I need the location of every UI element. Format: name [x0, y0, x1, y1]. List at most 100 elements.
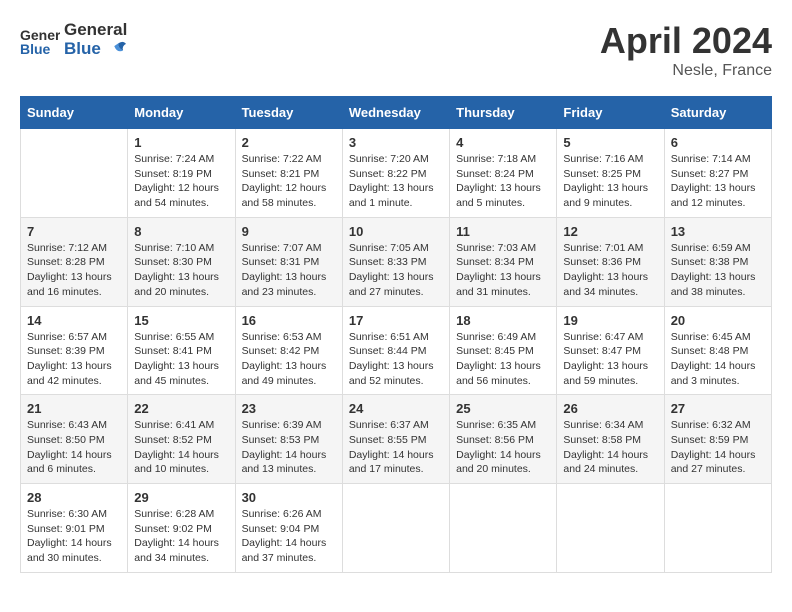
- day-number: 8: [134, 224, 228, 239]
- calendar-week-row: 7 Sunrise: 7:12 AM Sunset: 8:28 PM Daylig…: [21, 217, 772, 306]
- day-number: 22: [134, 401, 228, 416]
- calendar-cell: [21, 129, 128, 218]
- day-number: 7: [27, 224, 121, 239]
- day-info: Sunrise: 6:55 AM Sunset: 8:41 PM Dayligh…: [134, 330, 228, 389]
- svg-text:Blue: Blue: [20, 41, 51, 57]
- calendar-cell: 3 Sunrise: 7:20 AM Sunset: 8:22 PM Daylig…: [342, 129, 449, 218]
- page-header: General Blue General Blue April 2024 Nes…: [20, 20, 772, 80]
- day-number: 16: [242, 313, 336, 328]
- day-number: 2: [242, 135, 336, 150]
- location-title: Nesle, France: [600, 62, 772, 80]
- calendar-cell: 8 Sunrise: 7:10 AM Sunset: 8:30 PM Daylig…: [128, 217, 235, 306]
- day-number: 1: [134, 135, 228, 150]
- calendar-header-row: SundayMondayTuesdayWednesdayThursdayFrid…: [21, 97, 772, 129]
- day-number: 17: [349, 313, 443, 328]
- day-info: Sunrise: 6:45 AM Sunset: 8:48 PM Dayligh…: [671, 330, 765, 389]
- day-info: Sunrise: 6:59 AM Sunset: 8:38 PM Dayligh…: [671, 241, 765, 300]
- day-info: Sunrise: 7:22 AM Sunset: 8:21 PM Dayligh…: [242, 152, 336, 211]
- calendar-cell: 18 Sunrise: 6:49 AM Sunset: 8:45 PM Dayli…: [450, 306, 557, 395]
- day-number: 28: [27, 490, 121, 505]
- calendar-cell: 1 Sunrise: 7:24 AM Sunset: 8:19 PM Daylig…: [128, 129, 235, 218]
- calendar-cell: 2 Sunrise: 7:22 AM Sunset: 8:21 PM Daylig…: [235, 129, 342, 218]
- calendar-header-saturday: Saturday: [664, 97, 771, 129]
- day-info: Sunrise: 7:16 AM Sunset: 8:25 PM Dayligh…: [563, 152, 657, 211]
- logo-icon: General Blue: [20, 20, 60, 60]
- day-number: 26: [563, 401, 657, 416]
- logo-general: General: [64, 21, 127, 40]
- calendar-week-row: 21Sunrise: 6:43 AM Sunset: 8:50 PM Dayli…: [21, 395, 772, 484]
- calendar-cell: 4Sunrise: 7:18 AM Sunset: 8:24 PM Daylig…: [450, 129, 557, 218]
- day-number: 6: [671, 135, 765, 150]
- day-info: Sunrise: 7:10 AM Sunset: 8:30 PM Dayligh…: [134, 241, 228, 300]
- calendar-week-row: 28 Sunrise: 6:30 AM Sunset: 9:01 PM Dayli…: [21, 484, 772, 573]
- day-info: Sunrise: 7:05 AM Sunset: 8:33 PM Dayligh…: [349, 241, 443, 300]
- calendar-header-monday: Monday: [128, 97, 235, 129]
- day-number: 9: [242, 224, 336, 239]
- calendar-cell: 13 Sunrise: 6:59 AM Sunset: 8:38 PM Dayli…: [664, 217, 771, 306]
- calendar-cell: 21Sunrise: 6:43 AM Sunset: 8:50 PM Dayli…: [21, 395, 128, 484]
- calendar-week-row: 14Sunrise: 6:57 AM Sunset: 8:39 PM Dayli…: [21, 306, 772, 395]
- day-info: Sunrise: 6:30 AM Sunset: 9:01 PM Dayligh…: [27, 507, 121, 566]
- day-info: Sunrise: 6:51 AM Sunset: 8:44 PM Dayligh…: [349, 330, 443, 389]
- month-title: April 2024: [600, 20, 772, 62]
- calendar-cell: 23 Sunrise: 6:39 AM Sunset: 8:53 PM Dayli…: [235, 395, 342, 484]
- calendar-cell: 14Sunrise: 6:57 AM Sunset: 8:39 PM Dayli…: [21, 306, 128, 395]
- day-info: Sunrise: 7:20 AM Sunset: 8:22 PM Dayligh…: [349, 152, 443, 211]
- day-info: Sunrise: 7:24 AM Sunset: 8:19 PM Dayligh…: [134, 152, 228, 211]
- day-info: Sunrise: 6:39 AM Sunset: 8:53 PM Dayligh…: [242, 418, 336, 477]
- day-info: Sunrise: 6:34 AM Sunset: 8:58 PM Dayligh…: [563, 418, 657, 477]
- day-info: Sunrise: 7:01 AM Sunset: 8:36 PM Dayligh…: [563, 241, 657, 300]
- calendar-cell: 9 Sunrise: 7:07 AM Sunset: 8:31 PM Daylig…: [235, 217, 342, 306]
- calendar-cell: 11 Sunrise: 7:03 AM Sunset: 8:34 PM Dayli…: [450, 217, 557, 306]
- day-info: Sunrise: 7:03 AM Sunset: 8:34 PM Dayligh…: [456, 241, 550, 300]
- day-info: Sunrise: 6:49 AM Sunset: 8:45 PM Dayligh…: [456, 330, 550, 389]
- day-number: 23: [242, 401, 336, 416]
- calendar-cell: 5 Sunrise: 7:16 AM Sunset: 8:25 PM Daylig…: [557, 129, 664, 218]
- day-info: Sunrise: 7:14 AM Sunset: 8:27 PM Dayligh…: [671, 152, 765, 211]
- calendar-header-sunday: Sunday: [21, 97, 128, 129]
- day-info: Sunrise: 6:57 AM Sunset: 8:39 PM Dayligh…: [27, 330, 121, 389]
- day-number: 13: [671, 224, 765, 239]
- calendar-header-thursday: Thursday: [450, 97, 557, 129]
- calendar-header-friday: Friday: [557, 97, 664, 129]
- day-number: 12: [563, 224, 657, 239]
- day-number: 29: [134, 490, 228, 505]
- day-number: 15: [134, 313, 228, 328]
- calendar-cell: 19 Sunrise: 6:47 AM Sunset: 8:47 PM Dayli…: [557, 306, 664, 395]
- day-info: Sunrise: 6:41 AM Sunset: 8:52 PM Dayligh…: [134, 418, 228, 477]
- calendar-cell: 27Sunrise: 6:32 AM Sunset: 8:59 PM Dayli…: [664, 395, 771, 484]
- day-info: Sunrise: 7:12 AM Sunset: 8:28 PM Dayligh…: [27, 241, 121, 300]
- calendar-cell: 20Sunrise: 6:45 AM Sunset: 8:48 PM Dayli…: [664, 306, 771, 395]
- calendar-cell: 10Sunrise: 7:05 AM Sunset: 8:33 PM Dayli…: [342, 217, 449, 306]
- calendar-cell: 30Sunrise: 6:26 AM Sunset: 9:04 PM Dayli…: [235, 484, 342, 573]
- calendar-cell: 16 Sunrise: 6:53 AM Sunset: 8:42 PM Dayli…: [235, 306, 342, 395]
- logo-bird-icon: [104, 40, 126, 58]
- calendar-cell: 7 Sunrise: 7:12 AM Sunset: 8:28 PM Daylig…: [21, 217, 128, 306]
- day-number: 18: [456, 313, 550, 328]
- title-block: April 2024 Nesle, France: [600, 20, 772, 80]
- day-info: Sunrise: 6:28 AM Sunset: 9:02 PM Dayligh…: [134, 507, 228, 566]
- calendar-cell: [342, 484, 449, 573]
- calendar-cell: 24Sunrise: 6:37 AM Sunset: 8:55 PM Dayli…: [342, 395, 449, 484]
- calendar-header-tuesday: Tuesday: [235, 97, 342, 129]
- day-number: 11: [456, 224, 550, 239]
- calendar-cell: 6 Sunrise: 7:14 AM Sunset: 8:27 PM Daylig…: [664, 129, 771, 218]
- day-number: 30: [242, 490, 336, 505]
- day-info: Sunrise: 7:07 AM Sunset: 8:31 PM Dayligh…: [242, 241, 336, 300]
- day-number: 3: [349, 135, 443, 150]
- day-number: 4: [456, 135, 550, 150]
- calendar-cell: [450, 484, 557, 573]
- calendar-cell: 26 Sunrise: 6:34 AM Sunset: 8:58 PM Dayli…: [557, 395, 664, 484]
- day-number: 19: [563, 313, 657, 328]
- day-number: 24: [349, 401, 443, 416]
- day-info: Sunrise: 6:32 AM Sunset: 8:59 PM Dayligh…: [671, 418, 765, 477]
- calendar-cell: 15 Sunrise: 6:55 AM Sunset: 8:41 PM Dayli…: [128, 306, 235, 395]
- calendar-week-row: 1 Sunrise: 7:24 AM Sunset: 8:19 PM Daylig…: [21, 129, 772, 218]
- logo-blue: Blue: [64, 40, 101, 59]
- day-number: 5: [563, 135, 657, 150]
- day-number: 25: [456, 401, 550, 416]
- calendar-table: SundayMondayTuesdayWednesdayThursdayFrid…: [20, 96, 772, 573]
- day-info: Sunrise: 6:53 AM Sunset: 8:42 PM Dayligh…: [242, 330, 336, 389]
- day-info: Sunrise: 6:47 AM Sunset: 8:47 PM Dayligh…: [563, 330, 657, 389]
- calendar-cell: 17 Sunrise: 6:51 AM Sunset: 8:44 PM Dayli…: [342, 306, 449, 395]
